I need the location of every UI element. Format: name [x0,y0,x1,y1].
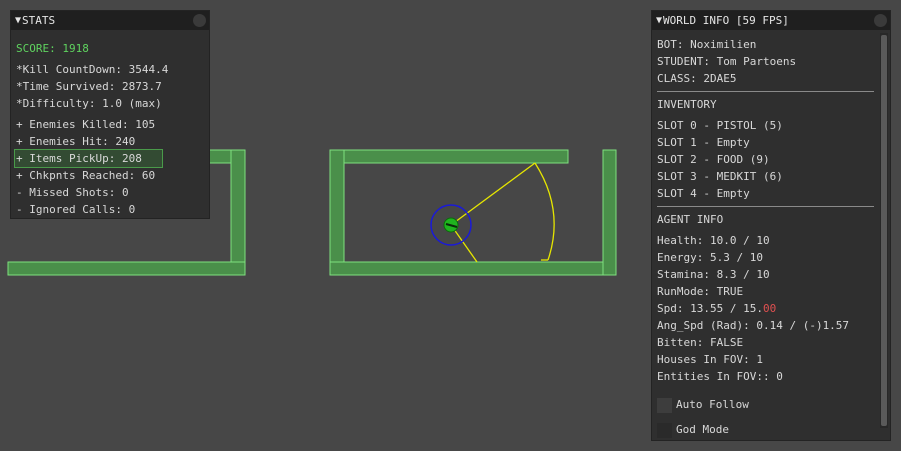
world-info-titlebar[interactable]: ▼ WORLD INFO [59 FPS] [652,11,890,30]
stats-title: STATS [22,14,56,27]
stats-titlebar[interactable]: ▼ STATS [11,11,209,30]
auto-follow-checkbox[interactable]: Auto Follow [657,394,874,415]
health-text: Health: 10.0 / 10 [657,234,770,247]
stamina-text: Stamina: 8.3 / 10 [657,268,770,281]
inventory-slot: SLOT 0 - PISTOL (5) [657,119,783,132]
world-info-title: WORLD INFO [59 FPS] [663,14,789,27]
auto-follow-label: Auto Follow [676,398,749,411]
wall-segment [329,261,617,276]
inventory-slot: SLOT 3 - MEDKIT (6) [657,170,783,183]
runmode-text: RunMode: TRUE [657,285,744,298]
energy-text: Energy: 5.3 / 10 [657,251,763,264]
stat-line: + Enemies Hit: 240 [16,135,136,148]
divider [657,91,874,92]
scrollbar[interactable] [880,33,888,428]
wall-segment [7,261,246,276]
god-mode-checkbox[interactable]: God Mode [657,419,874,440]
stat-line: - Missed Shots: 0 [16,186,129,199]
stat-line-highlighted: + Items PickUp: 208 [14,149,163,168]
class-name: CLASS: 2DAE5 [657,72,737,85]
close-icon[interactable] [193,14,206,27]
bot-name: BOT: Noximilien [657,38,757,51]
scrollbar-thumb[interactable] [881,35,887,426]
collapse-triangle-icon[interactable]: ▼ [15,15,21,26]
wall-segment [602,149,617,276]
god-mode-label: God Mode [676,423,729,436]
world-info-panel: ▼ WORLD INFO [59 FPS] BOT: Noximilien ST… [651,10,891,441]
checkbox-box[interactable] [657,422,672,438]
wall-segment [329,149,569,164]
bitten-text: Bitten: FALSE [657,336,744,349]
stat-line: + Chkpnts Reached: 60 [16,169,156,182]
agent [430,204,472,246]
entities-in-fov-text: Entities In FOV:: 0 [657,370,783,383]
inventory-slot: SLOT 2 - FOOD (9) [657,153,770,166]
wall-segment [329,149,345,276]
inventory-header: INVENTORY [657,98,717,111]
speed-decimals: 00 [762,302,777,315]
houses-in-fov-text: Houses In FOV: 1 [657,353,763,366]
angular-speed-text: Ang_Spd (Rad): 0.14 / (-)1.57 [657,319,850,332]
stat-line: *Kill CountDown: 3544.4 [16,63,169,76]
inventory-slot: SLOT 4 - Empty [657,187,750,200]
collapse-triangle-icon[interactable]: ▼ [656,15,662,26]
agent-info-header: AGENT INFO [657,213,724,226]
stat-line: *Time Survived: 2873.7 [16,80,162,93]
speed-text: Spd: 13.55 / 15.00 [657,300,874,317]
close-icon[interactable] [874,14,887,27]
stat-line: + Enemies Killed: 105 [16,118,156,131]
inventory-slot: SLOT 1 - Empty [657,136,750,149]
wall-segment [230,149,246,276]
speed-value: Spd: 13.55 / 15. [657,302,763,315]
stat-line: *Difficulty: 1.0 (max) [16,97,162,110]
checkbox-box[interactable] [657,397,672,413]
divider [657,206,874,207]
student-name: STUDENT: Tom Partoens [657,55,797,68]
score-text: SCORE: 1918 [16,42,89,55]
stat-line: - Ignored Calls: 0 [16,203,136,216]
stats-panel: ▼ STATS SCORE: 1918 *Kill CountDown: 354… [10,10,210,219]
